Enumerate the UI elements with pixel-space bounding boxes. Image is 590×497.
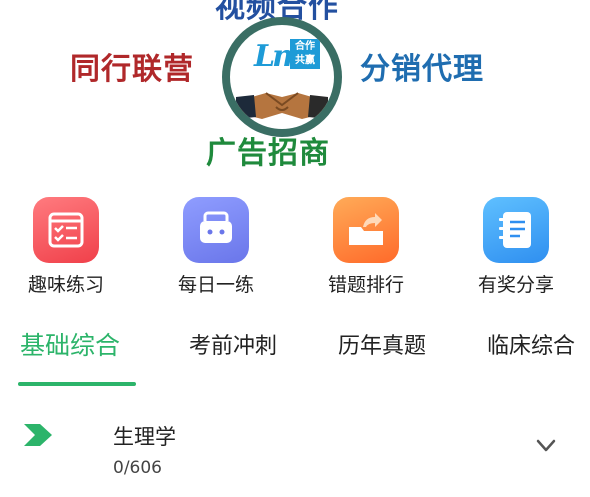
promo-banner[interactable]: 视频合作 同行联营 分销代理 广告招商 Lm 合作 共赢	[0, 0, 590, 180]
partnership-logo: Lm 合作 共赢	[222, 17, 342, 137]
active-tab-indicator	[18, 382, 136, 386]
banner-right-text: 分销代理	[360, 52, 484, 87]
notebook-icon	[483, 197, 549, 263]
logo-badge-line2: 共赢	[295, 55, 315, 66]
tab-past-exams[interactable]: 历年真题	[338, 328, 426, 360]
category-tabs: 基础综合 考前冲刺 历年真题 临床综合	[0, 328, 590, 388]
quick-action-reward-share[interactable]: 有奖分享	[461, 197, 571, 297]
logo-badge: 合作 共赢	[290, 39, 320, 69]
list-item[interactable]: 生理学 0/606	[0, 405, 590, 497]
tab-pre-exam-sprint[interactable]: 考前冲刺	[189, 328, 277, 360]
quick-action-daily-practice[interactable]: 每日一练	[161, 197, 271, 297]
logo-badge-line1: 合作	[295, 41, 315, 52]
chevron-right-badge-icon	[24, 424, 52, 446]
daily-box-icon	[183, 197, 249, 263]
quick-action-error-ranking[interactable]: 错题排行	[311, 197, 421, 297]
folder-share-icon	[333, 197, 399, 263]
quick-action-label: 错题排行	[327, 274, 404, 296]
banner-left-text: 同行联营	[70, 52, 194, 87]
chevron-down-icon[interactable]	[536, 439, 556, 453]
quick-action-fun-practice[interactable]: 趣味练习	[11, 197, 121, 297]
handshake-icon	[236, 92, 328, 119]
tab-clinical-comprehensive[interactable]: 临床综合	[487, 328, 575, 360]
tab-basic-comprehensive[interactable]: 基础综合	[20, 326, 120, 362]
subject-progress: 0/606	[113, 458, 162, 478]
quick-action-label: 每日一练	[177, 274, 254, 296]
quick-action-label: 趣味练习	[27, 274, 104, 296]
subject-title: 生理学	[113, 425, 176, 449]
quiz-list-icon	[33, 197, 99, 263]
quick-action-label: 有奖分享	[477, 274, 554, 296]
